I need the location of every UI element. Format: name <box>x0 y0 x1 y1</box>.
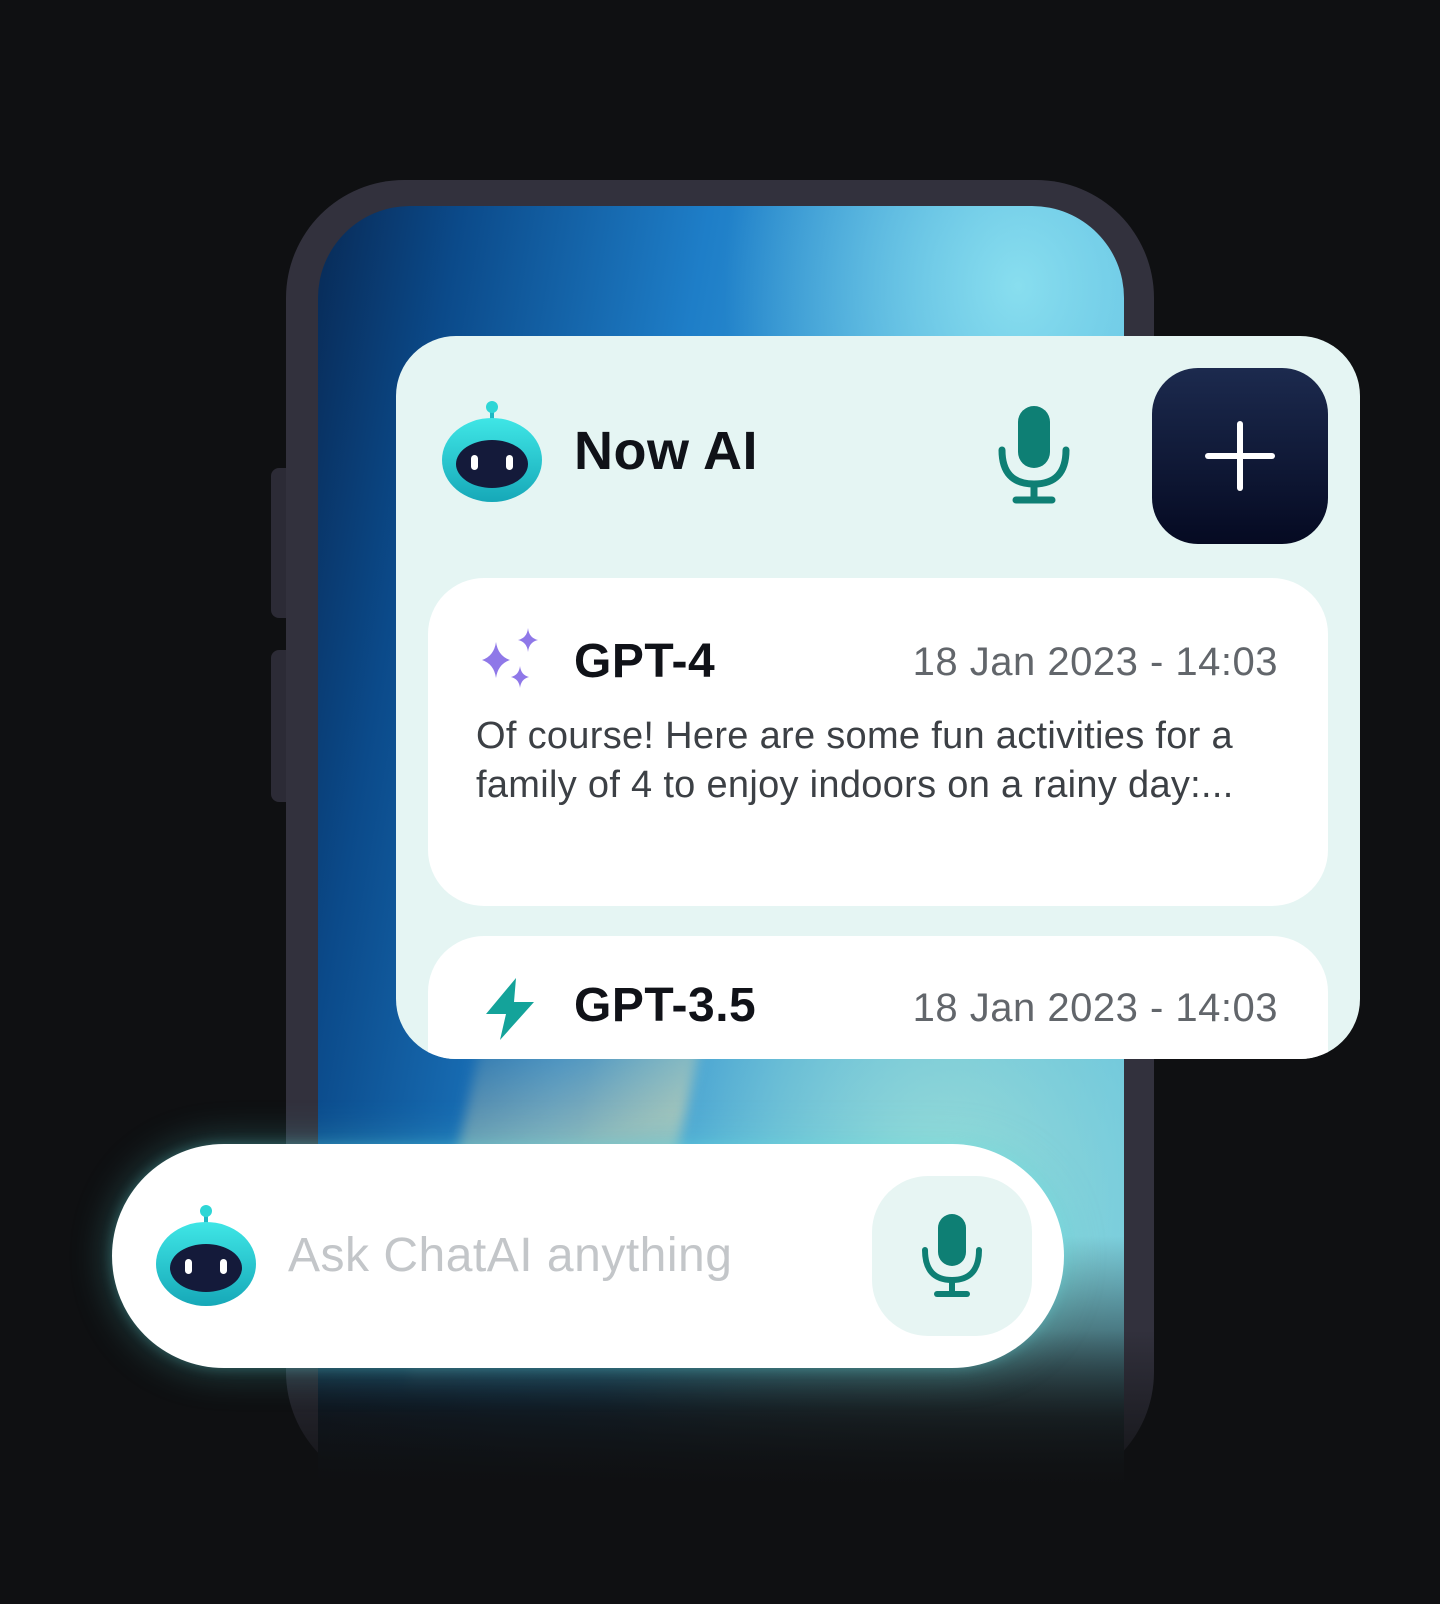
conversation-timestamp: 18 Jan 2023 - 14:03 <box>912 640 1278 684</box>
new-chat-button[interactable] <box>1152 368 1328 544</box>
conversation-card-gpt4[interactable]: GPT-4 18 Jan 2023 - 14:03 Of course! Her… <box>428 578 1328 906</box>
sparkles-icon <box>476 626 546 700</box>
lightning-icon <box>476 974 546 1048</box>
message-preview: Of course! Here are some fun activities … <box>476 715 1234 806</box>
app-title: Now AI <box>574 421 758 481</box>
robot-avatar-icon <box>440 400 544 504</box>
model-name: GPT-4 <box>574 635 716 688</box>
model-name: GPT-3.5 <box>574 979 757 1032</box>
conversation-card-gpt35[interactable]: GPT-3.5 18 Jan 2023 - 14:03 <box>428 936 1328 1059</box>
conversation-timestamp: 18 Jan 2023 - 14:03 <box>912 986 1278 1030</box>
plus-icon <box>1205 421 1275 491</box>
ask-input-bar <box>112 1144 1064 1368</box>
ask-input[interactable] <box>288 1222 848 1288</box>
voice-input-button[interactable] <box>872 1176 1032 1336</box>
robot-avatar-icon <box>154 1204 258 1308</box>
chat-panel: Now AI GPT-4 18 Jan 2023 - 14:03 Of cour… <box>396 336 1360 1059</box>
microphone-icon[interactable] <box>996 406 1072 506</box>
microphone-icon <box>922 1214 982 1297</box>
